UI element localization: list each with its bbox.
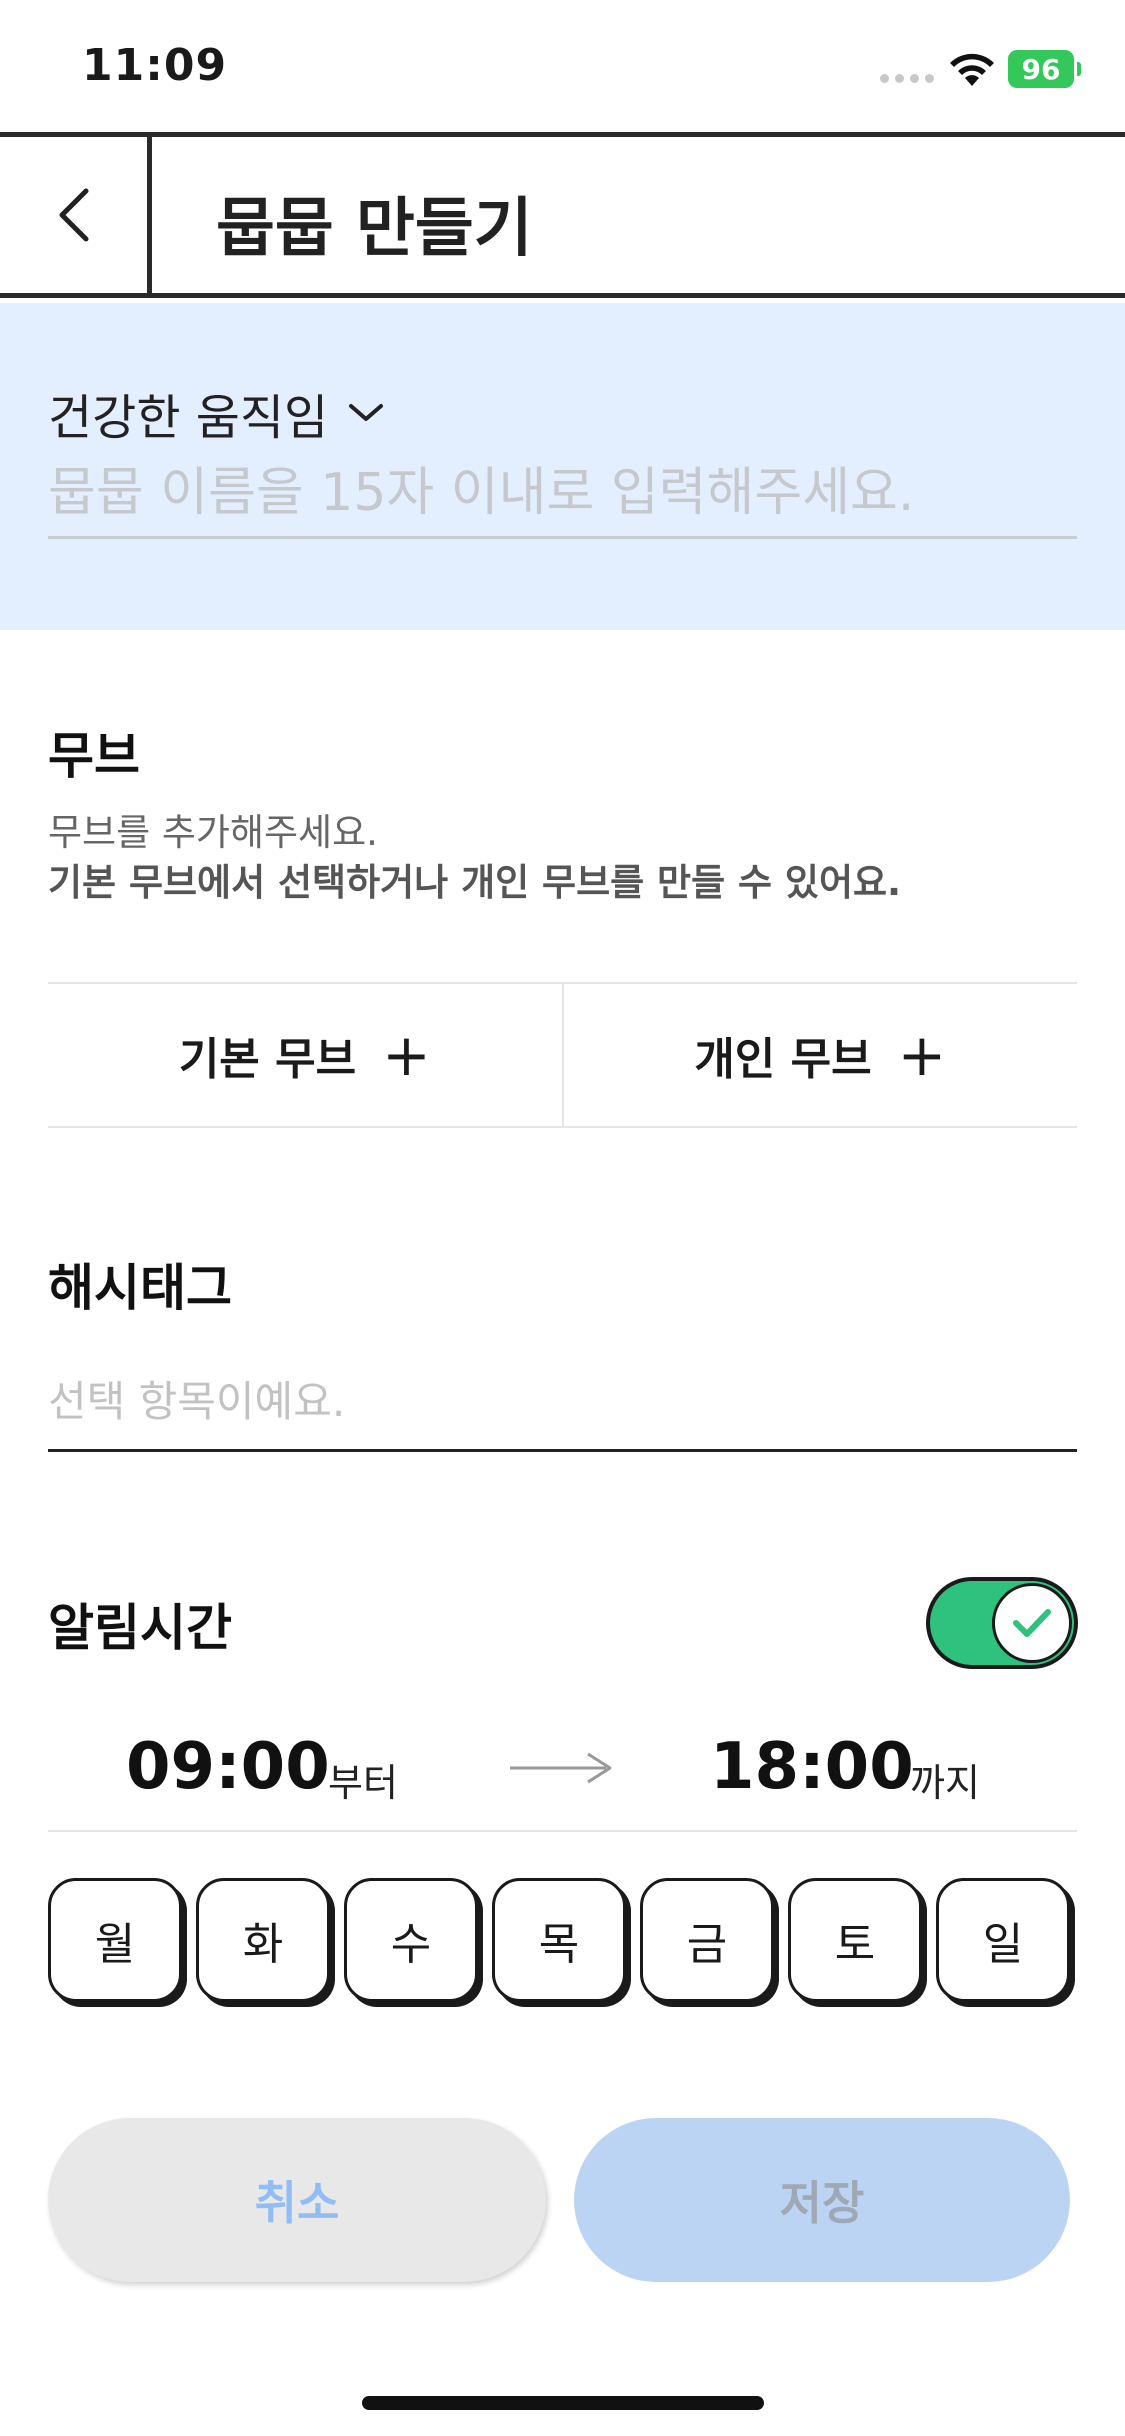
nav-bar: 뭅뭅 만들기: [0, 132, 1125, 298]
battery-level: 96: [1021, 52, 1061, 86]
add-basic-move-button[interactable]: 기본 무브 +: [48, 984, 562, 1126]
move-description-bold: 기본 무브에서 선택하거나 개인 무브를 만들 수 있어요.: [48, 861, 902, 904]
move-description: 무브를 추가해주세요.: [48, 811, 378, 854]
alarm-title: 알림시간: [48, 1599, 232, 1657]
chevron-down-icon: [349, 404, 384, 421]
alarm-toggle[interactable]: [926, 1577, 1078, 1669]
chevron-left-icon: [59, 188, 88, 242]
hashtag-input[interactable]: [48, 1362, 1077, 1452]
hashtag-title: 해시태그: [48, 1259, 232, 1317]
move-title: 무브: [48, 727, 140, 785]
plus-icon: +: [382, 1021, 431, 1089]
category-label: 건강한 움직임: [48, 390, 329, 446]
category-dropdown[interactable]: 건강한 움직임: [48, 378, 384, 448]
home-indicator: [362, 2396, 764, 2410]
day-wed-button[interactable]: 수: [344, 1878, 478, 2002]
day-fri-button[interactable]: 금: [640, 1878, 774, 2002]
end-time[interactable]: 18:00: [710, 1730, 914, 1804]
day-thu-button[interactable]: 목: [492, 1878, 626, 2002]
day-sat-button[interactable]: 토: [788, 1878, 922, 2002]
day-tue-button[interactable]: 화: [196, 1878, 330, 2002]
status-bar: 11:09 96: [0, 0, 1125, 132]
personal-move-label: 개인 무브: [694, 1034, 872, 1085]
arrow-right-icon: [510, 1752, 612, 1784]
save-button[interactable]: 저장: [574, 2118, 1070, 2282]
name-input[interactable]: [48, 463, 1077, 539]
weekday-selector: 월 화 수 목 금 토 일: [48, 1878, 1070, 2002]
basic-move-label: 기본 무브: [178, 1034, 357, 1085]
start-time[interactable]: 09:00: [126, 1730, 330, 1804]
back-button[interactable]: [0, 137, 152, 293]
start-suffix: 부터: [328, 1761, 398, 1805]
toggle-knob: [992, 1583, 1072, 1663]
move-buttons: 기본 무브 + 개인 무브 +: [48, 982, 1077, 1128]
cancel-button[interactable]: 취소: [48, 2118, 546, 2282]
plus-icon: +: [897, 1021, 947, 1089]
check-icon: [1013, 1609, 1051, 1637]
day-mon-button[interactable]: 월: [48, 1878, 182, 2002]
day-sun-button[interactable]: 일: [936, 1878, 1070, 2002]
page-title: 뭅뭅 만들기: [216, 192, 533, 266]
battery-icon: 96: [1008, 50, 1081, 88]
add-personal-move-button[interactable]: 개인 무브 +: [561, 984, 1078, 1126]
signal-icon: [880, 74, 934, 83]
wifi-icon: [950, 53, 994, 86]
time-range: 09:00 부터 18:00 까지: [48, 1730, 1077, 1832]
end-suffix: 까지: [910, 1761, 980, 1805]
status-time: 11:09: [82, 40, 228, 91]
name-section: 건강한 움직임: [0, 303, 1125, 630]
